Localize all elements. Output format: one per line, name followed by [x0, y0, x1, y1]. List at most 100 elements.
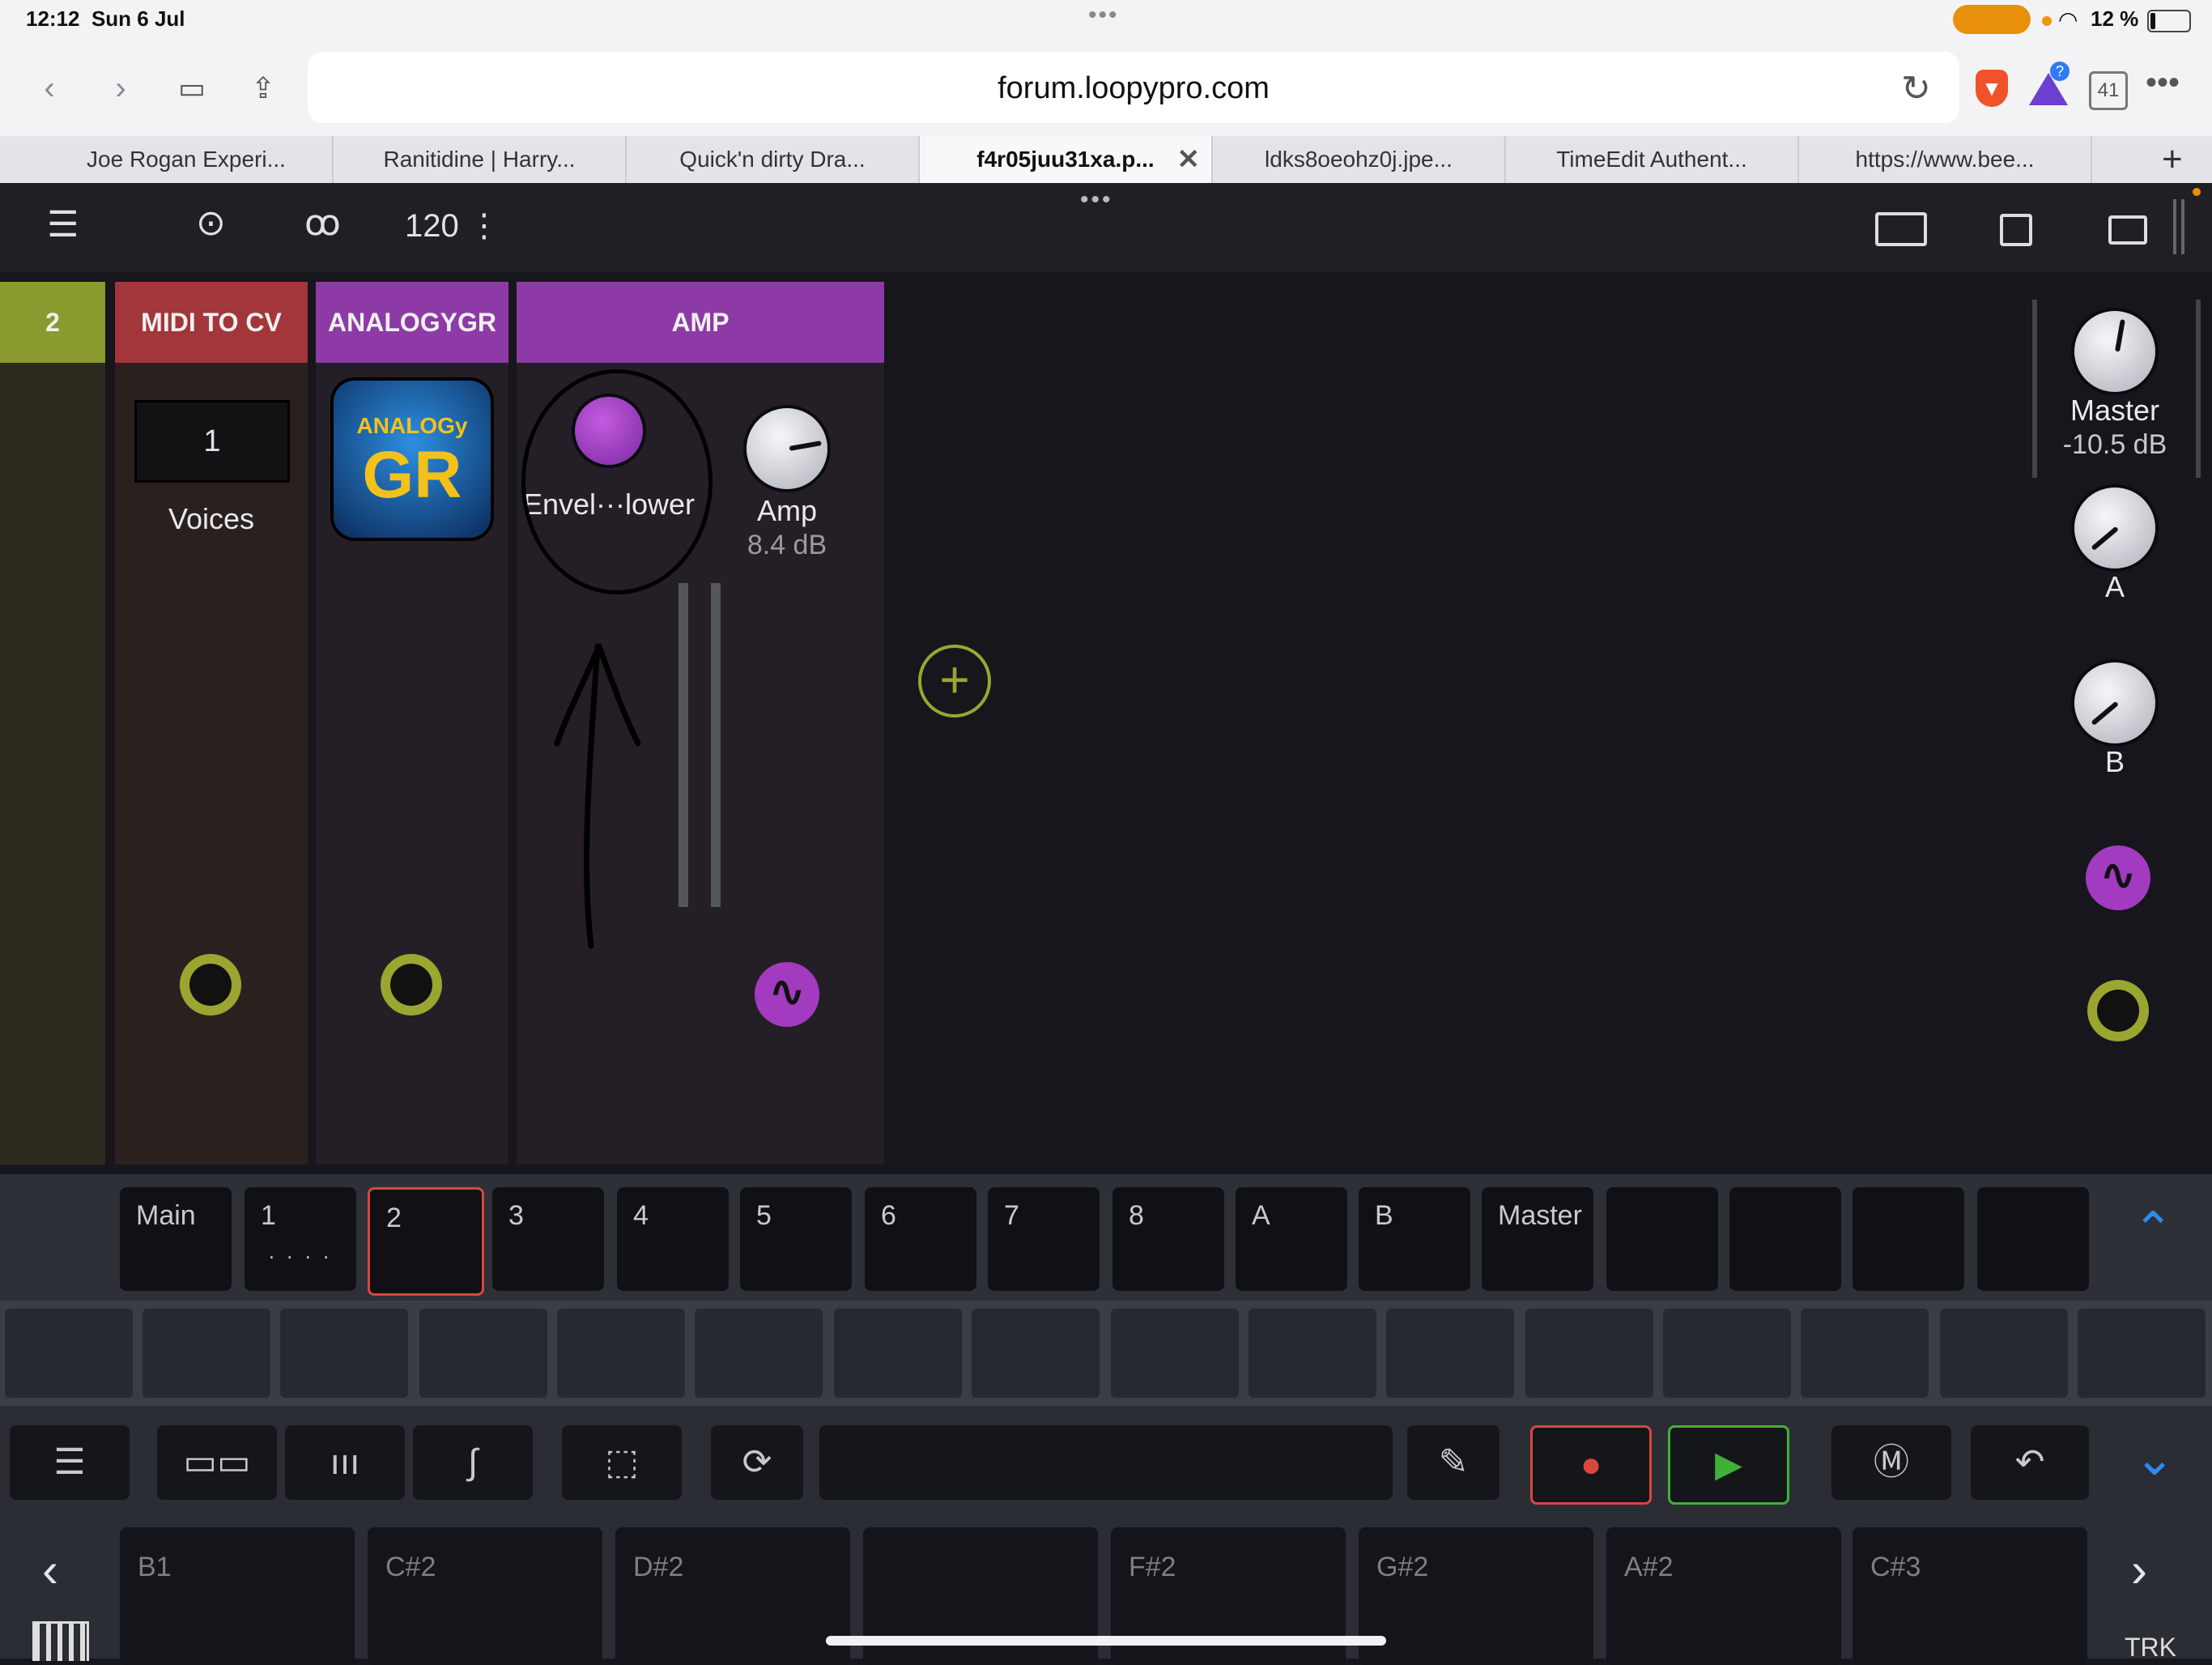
transport-display[interactable]: [819, 1425, 1393, 1500]
tab-0[interactable]: Joe Rogan Experi...: [40, 136, 334, 183]
strip-header[interactable]: MIDI TO CV: [115, 282, 308, 363]
tape-icon[interactable]: ꝏ: [304, 202, 341, 244]
chevron-left-icon[interactable]: ‹: [42, 1542, 58, 1598]
bank-main[interactable]: Main: [120, 1187, 232, 1291]
tab-5[interactable]: TimeEdit Authent...: [1506, 136, 1799, 183]
key-slot[interactable]: [1940, 1309, 2068, 1398]
key-slot[interactable]: [1801, 1309, 1929, 1398]
address-bar[interactable]: forum.loopypro.com ↻: [308, 52, 1959, 123]
midi-port-icon[interactable]: [2087, 980, 2149, 1041]
pad-b1[interactable]: B1: [120, 1527, 355, 1665]
tab-6[interactable]: https://www.bee...: [1799, 136, 2092, 183]
tab-3-active[interactable]: f4r05juu31xa.p... ✕: [920, 136, 1213, 183]
pad-g-sharp-2[interactable]: G#2: [1359, 1527, 1593, 1665]
drag-handle[interactable]: •••: [1080, 186, 1113, 214]
bank-7[interactable]: 7: [988, 1187, 1100, 1291]
tab-4[interactable]: ldks8oeohz0j.jpe...: [1213, 136, 1506, 183]
close-tab-icon[interactable]: ✕: [1177, 136, 1201, 183]
audio-port-icon[interactable]: ∿: [755, 962, 819, 1027]
bookmarks-icon[interactable]: ▭: [172, 68, 212, 109]
tab-count-button[interactable]: 41: [2089, 71, 2128, 110]
tab-2[interactable]: Quick'n dirty Dra...: [627, 136, 920, 183]
bars-icon[interactable]: ııı: [285, 1425, 405, 1500]
more-menu-icon[interactable]: •••: [2146, 65, 2180, 101]
loop-icon[interactable]: ⟳: [711, 1425, 803, 1500]
bank-empty[interactable]: [1853, 1187, 1964, 1291]
send-a-knob[interactable]: [2074, 488, 2155, 568]
bank-empty[interactable]: [1977, 1187, 2089, 1291]
pad-a-sharp-2[interactable]: A#2: [1606, 1527, 1841, 1665]
curve-icon[interactable]: ∫: [413, 1425, 533, 1500]
multitasking-dots[interactable]: •••: [1088, 2, 1119, 29]
key-slot[interactable]: [143, 1309, 270, 1398]
layout-single-icon[interactable]: [2000, 214, 2032, 246]
metronome-icon[interactable]: Ⓜ: [1831, 1425, 1951, 1500]
hamburger-menu-icon[interactable]: ☰: [47, 204, 79, 245]
bank-2-selected[interactable]: 2: [368, 1187, 484, 1296]
voices-field[interactable]: 1: [134, 400, 290, 483]
key-slot[interactable]: [1525, 1309, 1653, 1398]
tempo-display[interactable]: 120 ⋮: [405, 207, 500, 245]
bank-8[interactable]: 8: [1112, 1187, 1224, 1291]
bank-a[interactable]: A: [1236, 1187, 1347, 1291]
share-icon[interactable]: ⇪: [243, 68, 283, 109]
bank-empty[interactable]: [1729, 1187, 1841, 1291]
pad-c-sharp-2[interactable]: C#2: [368, 1527, 602, 1665]
key-slot[interactable]: [280, 1309, 408, 1398]
new-tab-icon[interactable]: +: [2162, 139, 2183, 180]
key-slot[interactable]: [834, 1309, 962, 1398]
midi-port-icon[interactable]: [180, 954, 241, 1016]
strip-header[interactable]: ANALOGYGR: [316, 282, 508, 363]
bank-5[interactable]: 5: [740, 1187, 852, 1291]
key-slot[interactable]: [1386, 1309, 1514, 1398]
midi-port-icon[interactable]: [381, 954, 442, 1016]
key-slot[interactable]: [1663, 1309, 1791, 1398]
back-icon[interactable]: ‹: [29, 68, 70, 109]
key-slot[interactable]: [695, 1309, 823, 1398]
plugin-icon-analogygr[interactable]: ANALOGy GR: [334, 381, 491, 538]
send-b-knob[interactable]: [2074, 662, 2155, 743]
bank-4[interactable]: 4: [617, 1187, 729, 1291]
key-slot[interactable]: [1111, 1309, 1239, 1398]
reload-icon[interactable]: ↻: [1901, 68, 1931, 109]
forward-icon[interactable]: ›: [100, 68, 141, 109]
chevron-right-icon[interactable]: ›: [2131, 1542, 2147, 1598]
selection-icon[interactable]: ⬚: [562, 1425, 682, 1500]
undo-icon[interactable]: ↶: [1971, 1425, 2089, 1500]
pad-d-sharp-2[interactable]: D#2: [615, 1527, 850, 1665]
pad-c-sharp-3[interactable]: C#3: [1853, 1527, 2087, 1665]
master-knob[interactable]: [2074, 311, 2155, 392]
edit-icon[interactable]: ✎: [1407, 1425, 1499, 1500]
layout-split-icon[interactable]: [1875, 212, 1927, 246]
key-slot[interactable]: [2078, 1309, 2206, 1398]
chevron-up-icon[interactable]: ⌃: [2133, 1202, 2173, 1258]
bank-6[interactable]: 6: [865, 1187, 976, 1291]
strip-header[interactable]: 2: [0, 282, 105, 363]
layout-full-icon[interactable]: [2108, 215, 2147, 245]
add-channel-button[interactable]: +: [918, 645, 991, 718]
amp-knob[interactable]: [747, 408, 827, 489]
key-slot[interactable]: [1249, 1309, 1376, 1398]
bank-master[interactable]: Master: [1482, 1187, 1593, 1291]
audio-port-icon[interactable]: ∿: [2086, 845, 2150, 910]
bank-b[interactable]: B: [1359, 1187, 1470, 1291]
strip-header[interactable]: AMP: [517, 282, 884, 363]
bank-1[interactable]: 1. . . .: [245, 1187, 356, 1291]
piano-keyboard-icon[interactable]: [32, 1621, 89, 1661]
list-view-icon[interactable]: ☰: [10, 1425, 130, 1500]
key-slot[interactable]: [5, 1309, 133, 1398]
track-label[interactable]: TRK: [2125, 1633, 2176, 1663]
chevron-down-icon[interactable]: ⌄: [2134, 1430, 2175, 1487]
tab-1[interactable]: Ranitidine | Harry...: [334, 136, 627, 183]
midi-port-icon[interactable]: ⊙: [196, 202, 226, 244]
key-slot[interactable]: [557, 1309, 685, 1398]
bank-3[interactable]: 3: [492, 1187, 604, 1291]
brave-shield-icon[interactable]: ▼: [1976, 70, 2008, 107]
record-button[interactable]: ●: [1530, 1425, 1652, 1505]
key-slot[interactable]: [419, 1309, 547, 1398]
timeline-icon[interactable]: ▭▭: [157, 1425, 277, 1500]
status-time: 12:12 Sun 6 Jul: [26, 6, 185, 31]
key-slot[interactable]: [972, 1309, 1100, 1398]
play-button[interactable]: ▶: [1668, 1425, 1789, 1505]
bank-empty[interactable]: [1606, 1187, 1718, 1291]
